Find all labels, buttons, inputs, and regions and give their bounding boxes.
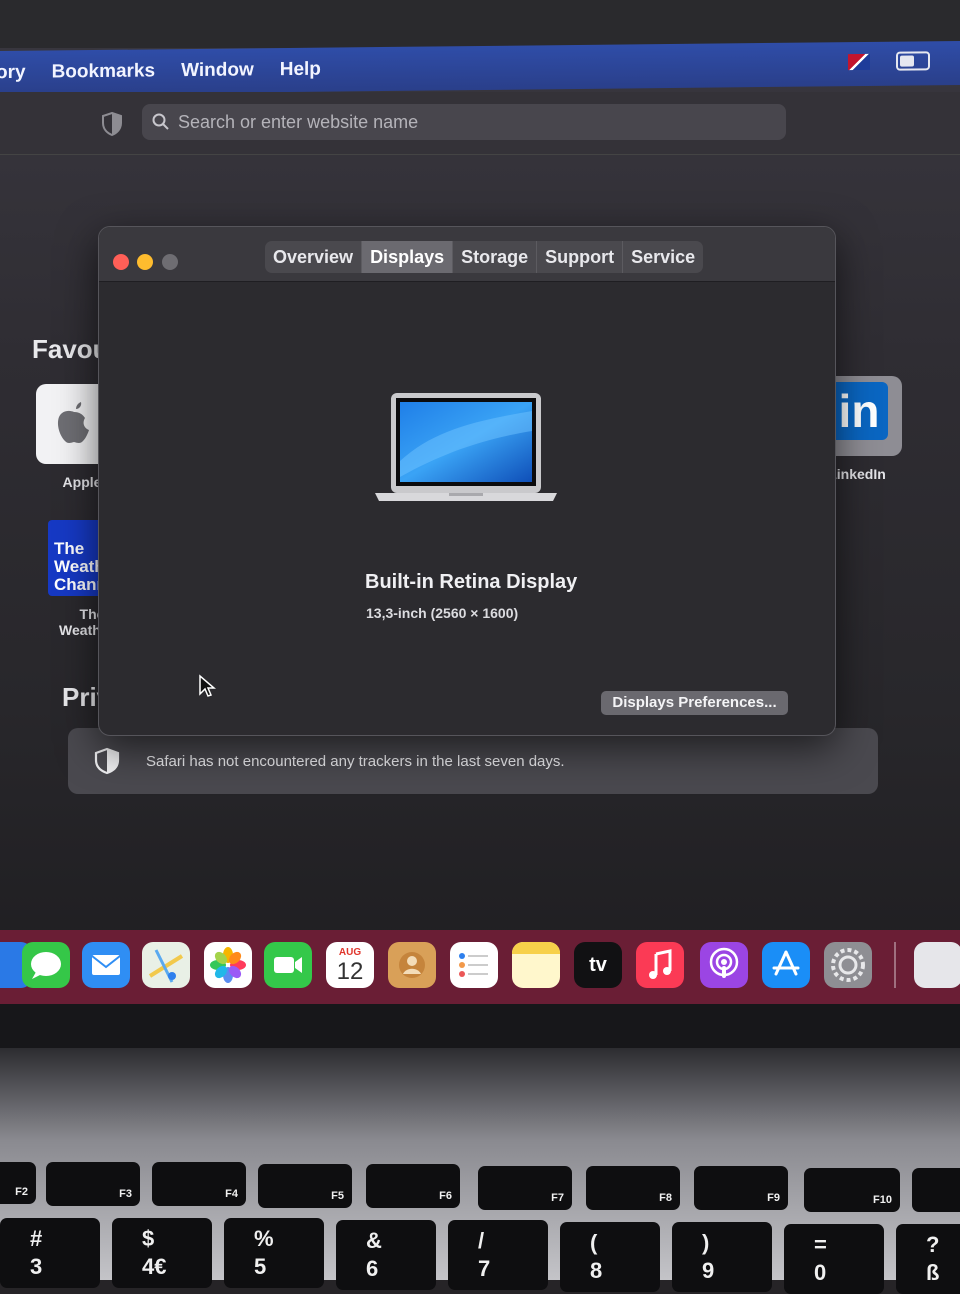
contacts-icon[interactable] [388, 942, 436, 988]
notes-icon[interactable] [512, 942, 560, 988]
battery-icon[interactable] [896, 51, 930, 71]
maps-icon[interactable] [142, 942, 190, 988]
person-glyph [399, 952, 425, 978]
close-window-button[interactable] [113, 254, 129, 270]
tab-overview[interactable]: Overview [265, 241, 363, 273]
gear-icon [831, 948, 865, 982]
linkedin-logo-icon: in [830, 382, 888, 440]
apple-logo-icon [57, 402, 89, 443]
photos-icon[interactable] [204, 942, 252, 988]
facetime-icon[interactable] [264, 942, 312, 988]
menu-bar: ory Bookmarks Window Help [0, 40, 960, 96]
music-icon[interactable] [636, 942, 684, 988]
macbook-display-icon [375, 393, 557, 501]
menu-history[interactable]: ory [0, 62, 26, 84]
key-8[interactable]: ( 8 [560, 1222, 660, 1292]
key-f4[interactable]: F4 [152, 1162, 246, 1206]
system-preferences-icon[interactable] [824, 942, 872, 988]
key-f11[interactable] [912, 1168, 960, 1212]
mail-icon[interactable] [82, 942, 130, 988]
dock-separator [894, 942, 896, 988]
app-store-icon[interactable] [762, 942, 810, 988]
list-glyph [459, 953, 488, 977]
privacy-shield-icon[interactable] [102, 112, 122, 136]
notepad-glyph [512, 942, 560, 954]
tab-support[interactable]: Support [537, 241, 624, 273]
podcasts-icon[interactable] [700, 942, 748, 988]
calendar-month: AUG [338, 946, 362, 958]
key-sharp-s[interactable]: ? ß [896, 1224, 960, 1294]
calendar-icon[interactable]: AUG 12 [326, 942, 374, 988]
key-f3[interactable]: F3 [46, 1162, 140, 1206]
minimize-window-button[interactable] [137, 254, 153, 270]
tab-storage[interactable]: Storage [453, 241, 538, 273]
tab-service[interactable]: Service [623, 241, 703, 273]
key-4[interactable]: $ 4€ [112, 1218, 212, 1288]
displays-preferences-button[interactable]: Displays Preferences... [601, 691, 788, 715]
privacy-report[interactable]: Safari has not encountered any trackers … [68, 728, 878, 794]
key-f8[interactable]: F8 [586, 1166, 680, 1210]
key-f10[interactable]: F10 [804, 1168, 900, 1212]
messages-icon[interactable] [22, 942, 70, 988]
laptop-hinge [0, 1004, 960, 1048]
podcast-glyph [709, 947, 739, 978]
key-3[interactable]: # 3 [0, 1218, 100, 1288]
music-note-glyph [649, 949, 672, 979]
mouse-pointer-icon [199, 674, 216, 697]
tab-bar: Overview Displays Storage Support Servic… [265, 241, 704, 273]
address-bar[interactable] [142, 104, 786, 140]
tab-displays[interactable]: Displays [362, 241, 454, 273]
display-size: 13,3-inch (2560 × 1600) [366, 605, 519, 621]
envelope-glyph [91, 955, 121, 975]
tv-label: tv [589, 953, 607, 976]
search-input[interactable] [176, 110, 760, 134]
bezel [0, 0, 960, 48]
about-this-mac-window: Overview Displays Storage Support Servic… [98, 226, 836, 736]
key-f2[interactable]: F2 [0, 1162, 36, 1204]
key-f5[interactable]: F5 [258, 1164, 352, 1208]
menu-help[interactable]: Help [280, 59, 321, 81]
menu-bookmarks[interactable]: Bookmarks [52, 60, 156, 83]
key-9[interactable]: ) 9 [672, 1222, 772, 1292]
input-source-flag-icon[interactable] [848, 53, 870, 70]
camera-glyph [274, 957, 302, 973]
reminders-icon[interactable] [450, 942, 498, 988]
favourite-linkedin[interactable]: in [826, 376, 902, 456]
search-icon [152, 113, 169, 130]
shield-icon [94, 747, 120, 775]
app-store-glyph [772, 950, 800, 976]
menu-window[interactable]: Window [181, 59, 254, 82]
screen: ory Bookmarks Window Help Favou Apple Th… [0, 0, 960, 1010]
key-f6[interactable]: F6 [366, 1164, 460, 1208]
key-f9[interactable]: F9 [694, 1166, 788, 1210]
display-name: Built-in Retina Display [365, 571, 578, 593]
calendar-day: 12 [336, 957, 364, 985]
key-f7[interactable]: F7 [478, 1166, 572, 1210]
screenshot-icon[interactable] [914, 942, 960, 988]
apple-tv-icon[interactable]: tv [574, 942, 622, 988]
key-5[interactable]: % 5 [224, 1218, 324, 1288]
key-0[interactable]: = 0 [784, 1224, 884, 1294]
flower-glyph [210, 947, 246, 983]
speech-bubble-glyph [31, 952, 61, 979]
map-glyph [148, 949, 184, 983]
privacy-message: Safari has not encountered any trackers … [146, 752, 565, 770]
zoom-window-button[interactable] [162, 254, 178, 270]
